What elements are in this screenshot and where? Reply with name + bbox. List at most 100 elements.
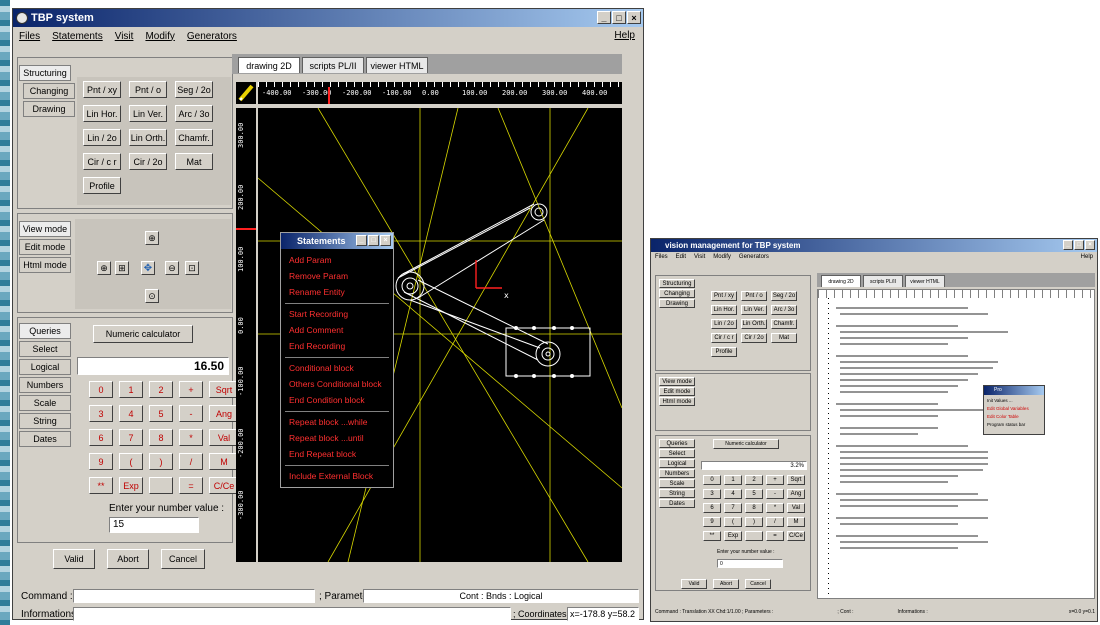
zoom-fit-icon[interactable]: ⊡ bbox=[185, 261, 199, 275]
secondary-draw-button[interactable]: Lin Ver. bbox=[741, 305, 767, 315]
tab-changing[interactable]: Changing bbox=[23, 83, 75, 99]
number-value-input[interactable]: 15 bbox=[109, 517, 199, 533]
lin-orth-button[interactable]: Lin Orth. bbox=[129, 129, 167, 146]
secondary-keypad-key[interactable]: 5 bbox=[745, 489, 763, 499]
secondary-query-tab[interactable]: Select bbox=[659, 449, 695, 458]
secondary-keypad-key[interactable]: 2 bbox=[745, 475, 763, 485]
secondary-view-tab[interactable]: View mode bbox=[659, 377, 695, 386]
seg-2o-button[interactable]: Seg / 2o bbox=[175, 81, 213, 98]
secondary-popup-item-globals[interactable]: Edit Global Variables bbox=[987, 406, 1029, 411]
keypad-key[interactable]: Ang bbox=[209, 405, 239, 422]
zoom-icon[interactable]: ⊕ bbox=[145, 231, 159, 245]
secondary-menu-edit[interactable]: Edit bbox=[676, 254, 686, 260]
secondary-abort-button[interactable]: Abort bbox=[713, 579, 739, 589]
menu-conditional-block[interactable]: Conditional block bbox=[289, 363, 354, 373]
secondary-menu-help[interactable]: Help bbox=[1081, 254, 1093, 260]
secondary-popup-item-status[interactable]: Program status bar bbox=[987, 422, 1025, 427]
secondary-draw-button[interactable]: Seg / 2o bbox=[771, 291, 797, 301]
tab-scale[interactable]: Scale bbox=[19, 395, 71, 411]
pnt-xy-button[interactable]: Pnt / xy bbox=[83, 81, 121, 98]
secondary-draw-button[interactable]: Chamfr. bbox=[771, 319, 797, 329]
zoom-reset-icon[interactable]: ⊙ bbox=[145, 289, 159, 303]
secondary-view-tab[interactable]: Edit mode bbox=[659, 387, 695, 396]
keypad-key[interactable]: M bbox=[209, 453, 239, 470]
profile-button[interactable]: Profile bbox=[83, 177, 121, 194]
menu-repeat-while[interactable]: Repeat block ...while bbox=[289, 417, 367, 427]
secondary-close-button[interactable]: × bbox=[1085, 240, 1095, 250]
menu-add-comment[interactable]: Add Comment bbox=[289, 325, 343, 335]
secondary-number-input[interactable]: 0 bbox=[717, 559, 783, 568]
tab-dates[interactable]: Dates bbox=[19, 431, 71, 447]
secondary-keypad-key[interactable]: Exp bbox=[724, 531, 742, 541]
zoom-in-icon[interactable]: ⊕ bbox=[97, 261, 111, 275]
secondary-query-tab[interactable]: Logical bbox=[659, 459, 695, 468]
menu-end-repeat-block[interactable]: End Repeat block bbox=[289, 449, 356, 459]
menu-files[interactable]: Files bbox=[19, 31, 40, 42]
tab-string[interactable]: String bbox=[19, 413, 71, 429]
command-input[interactable] bbox=[73, 589, 315, 603]
pan-icon[interactable]: ✥ bbox=[141, 261, 155, 275]
secondary-keypad-key[interactable]: / bbox=[766, 517, 784, 527]
secondary-keypad-key[interactable]: - bbox=[766, 489, 784, 499]
keypad-key[interactable]: 5 bbox=[149, 405, 173, 422]
tab-numbers[interactable]: Numbers bbox=[19, 377, 71, 393]
menu-modify[interactable]: Modify bbox=[145, 31, 174, 42]
keypad-key[interactable]: ( bbox=[119, 453, 143, 470]
secondary-draw-button[interactable]: Cir / 2o bbox=[741, 333, 767, 343]
secondary-draw-button[interactable]: Pnt / xy bbox=[711, 291, 737, 301]
secondary-keypad-key[interactable]: Val bbox=[787, 503, 805, 513]
keypad-key[interactable]: * bbox=[179, 429, 203, 446]
secondary-cancel-button[interactable]: Cancel bbox=[745, 579, 771, 589]
secondary-mode-tab[interactable]: Structuring bbox=[659, 279, 695, 288]
secondary-popup-item-init[interactable]: Init Values ... bbox=[987, 398, 1013, 403]
secondary-valid-button[interactable]: Valid bbox=[681, 579, 707, 589]
mat-button[interactable]: Mat bbox=[175, 153, 213, 170]
menu-others-conditional-block[interactable]: Others Conditional block bbox=[289, 379, 382, 389]
keypad-key[interactable]: 6 bbox=[89, 429, 113, 446]
secondary-keypad-key[interactable] bbox=[745, 531, 763, 541]
secondary-draw-button[interactable]: Cir / c r bbox=[711, 333, 737, 343]
secondary-keypad-key[interactable]: + bbox=[766, 475, 784, 485]
secondary-keypad-key[interactable]: Ang bbox=[787, 489, 805, 499]
secondary-mode-tab[interactable]: Changing bbox=[659, 289, 695, 298]
keypad-key[interactable]: Sqrt bbox=[209, 381, 239, 398]
secondary-query-tab[interactable]: Scale bbox=[659, 479, 695, 488]
zoom-out-icon[interactable]: ⊖ bbox=[165, 261, 179, 275]
close-button[interactable]: × bbox=[627, 11, 641, 24]
keypad-key[interactable] bbox=[149, 477, 173, 494]
secondary-popup-item-colors[interactable]: Edit Color Table bbox=[987, 414, 1019, 419]
menu-visit[interactable]: Visit bbox=[115, 31, 134, 42]
secondary-keypad-key[interactable]: C/Ce bbox=[787, 531, 805, 541]
abort-button[interactable]: Abort bbox=[107, 549, 149, 569]
secondary-keypad-key[interactable]: ) bbox=[745, 517, 763, 527]
secondary-keypad-key[interactable]: ** bbox=[703, 531, 721, 541]
secondary-mode-tab[interactable]: Drawing bbox=[659, 299, 695, 308]
keypad-key[interactable]: 0 bbox=[89, 381, 113, 398]
secondary-keypad-key[interactable]: M bbox=[787, 517, 805, 527]
tab-select[interactable]: Select bbox=[19, 341, 71, 357]
menu-statements[interactable]: Statements bbox=[52, 31, 103, 42]
menu-rename-entity[interactable]: Rename Entity bbox=[289, 287, 345, 297]
secondary-draw-button[interactable]: Arc / 3o bbox=[771, 305, 797, 315]
cancel-button[interactable]: Cancel bbox=[161, 549, 205, 569]
secondary-maximize-button[interactable]: □ bbox=[1074, 240, 1084, 250]
secondary-query-tab[interactable]: String bbox=[659, 489, 695, 498]
lin-2o-button[interactable]: Lin / 2o bbox=[83, 129, 121, 146]
keypad-key[interactable]: 7 bbox=[119, 429, 143, 446]
secondary-draw-button[interactable]: Pnt / o bbox=[741, 291, 767, 301]
cir-cr-button[interactable]: Cir / c r bbox=[83, 153, 121, 170]
keypad-key[interactable]: ** bbox=[89, 477, 113, 494]
tab-viewer-html[interactable]: viewer HTML bbox=[366, 57, 428, 73]
keypad-key[interactable]: - bbox=[179, 405, 203, 422]
cir-2o-button[interactable]: Cir / 2o bbox=[129, 153, 167, 170]
valid-button[interactable]: Valid bbox=[53, 549, 95, 569]
popup-close-button[interactable]: × bbox=[380, 235, 391, 246]
secondary-query-tab[interactable]: Numbers bbox=[659, 469, 695, 478]
keypad-key[interactable]: 1 bbox=[119, 381, 143, 398]
keypad-key[interactable]: 3 bbox=[89, 405, 113, 422]
secondary-keypad-key[interactable]: 9 bbox=[703, 517, 721, 527]
secondary-keypad-key[interactable]: Sqrt bbox=[787, 475, 805, 485]
secondary-minimize-button[interactable]: _ bbox=[1063, 240, 1073, 250]
keypad-key[interactable]: C/Ce bbox=[209, 477, 239, 494]
menu-help[interactable]: Help bbox=[614, 28, 635, 44]
